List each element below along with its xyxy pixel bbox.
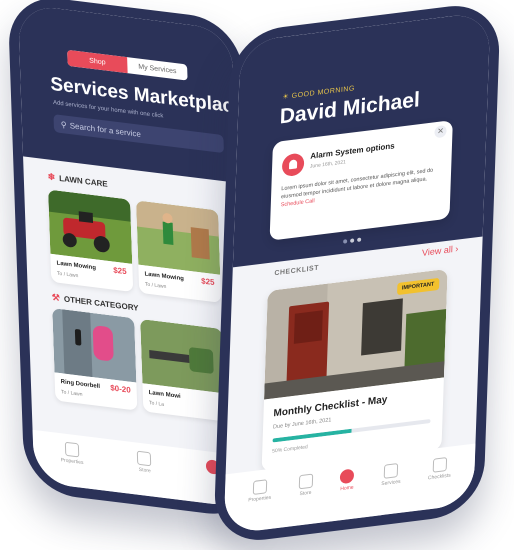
building-icon xyxy=(252,479,268,495)
checklist-due: Due by June 16th, 2021 xyxy=(272,417,332,431)
grass-icon: ❄ xyxy=(47,171,56,183)
nav-services[interactable]: Services xyxy=(381,462,401,488)
card-meta: To / Lawn xyxy=(144,281,167,291)
card-price: $25 xyxy=(113,265,127,277)
card-name: Lawn Mowing xyxy=(144,271,184,283)
card-name: Ring Doorbell xyxy=(60,379,101,391)
nav-store[interactable]: Store xyxy=(137,450,152,475)
service-card-lawn-mowing[interactable]: Lawn Mowing $25 To / Lawn xyxy=(48,189,134,293)
section-title: LAWN CARE xyxy=(59,173,108,189)
service-card-ring-doorbell[interactable]: Ring Doorbell $0-20 To / Lawn xyxy=(52,308,138,411)
garden-tools-image xyxy=(140,318,225,394)
card-price: $25 xyxy=(201,276,215,288)
alarm-icon xyxy=(281,152,305,178)
doorbell-image xyxy=(52,308,137,383)
checklist-icon xyxy=(432,457,447,473)
search-input[interactable]: ⚲ Search for a service xyxy=(53,114,224,154)
service-card-lawn-mowing-3[interactable]: Lawn Mowi To / La xyxy=(140,318,226,422)
search-placeholder: Search for a service xyxy=(69,120,141,139)
carousel-dot[interactable] xyxy=(350,238,355,243)
marketplace-header: Shop My Services Services Marketplace Ad… xyxy=(17,3,244,183)
segment-my-services[interactable]: My Services xyxy=(127,57,188,80)
right-phone: ☀ GOOD MORNING David Michael Alarm Syste… xyxy=(213,0,501,546)
nav-label: Store xyxy=(299,489,312,498)
card-name: Lawn Mowing xyxy=(56,260,97,272)
carousel-dot[interactable] xyxy=(357,237,362,242)
nav-label: Properties xyxy=(60,457,84,467)
alert-body-text: Lorem ipsum dolor sit amet, consectetur … xyxy=(280,167,434,201)
checklist-header: CHECKLIST xyxy=(274,264,320,278)
view-all-link[interactable]: View all › xyxy=(422,243,459,258)
card-meta: To / Lawn xyxy=(61,389,83,398)
home-icon xyxy=(340,468,355,485)
schedule-call-link[interactable]: Schedule Call xyxy=(281,198,315,208)
home-screen: ☀ GOOD MORNING David Michael Alarm Syste… xyxy=(223,11,491,535)
store-icon xyxy=(137,450,152,467)
home-icon xyxy=(64,441,79,458)
card-price: $0-20 xyxy=(110,383,131,395)
nav-label: Home xyxy=(340,484,354,493)
segment-shop[interactable]: Shop xyxy=(67,49,128,74)
chevron-right-icon: › xyxy=(455,243,459,254)
nav-checklists[interactable]: Checklists xyxy=(428,456,452,481)
nav-properties[interactable]: Properties xyxy=(248,479,272,504)
tools-icon: ⚒ xyxy=(51,291,61,304)
checklist-card[interactable]: IMPORTANT Monthly Checklist - May Due by… xyxy=(261,268,448,472)
progress-label: 50% Completed xyxy=(272,444,308,455)
alert-date: June 16th, 2021 xyxy=(309,159,346,170)
lawn-mower-image xyxy=(48,189,133,264)
nav-label: Properties xyxy=(248,494,272,504)
progress-fill xyxy=(272,428,352,443)
alert-title: Alarm System options xyxy=(310,141,395,161)
alert-body: Lorem ipsum dolor sit amet, consectetur … xyxy=(281,166,442,210)
gardener-image xyxy=(136,200,221,275)
nav-home[interactable]: Home xyxy=(340,468,355,492)
nav-label: Services xyxy=(381,478,401,488)
marketplace-screen: Shop My Services Services Marketplace Ad… xyxy=(17,3,249,509)
card-name: Lawn Mowi xyxy=(148,390,181,400)
section-header-lawn-care: ❄ LAWN CARE xyxy=(47,171,107,189)
nav-label: Store xyxy=(138,466,151,475)
card-meta: To / La xyxy=(148,400,165,408)
store-icon xyxy=(298,473,314,490)
services-icon xyxy=(384,462,399,479)
nav-label: Checklists xyxy=(427,472,451,482)
view-all-label: View all xyxy=(421,244,454,258)
nav-store[interactable]: Store xyxy=(298,473,314,498)
card-meta: To / Lawn xyxy=(56,270,79,280)
service-card-lawn-mowing-2[interactable]: Lawn Mowing $25 To / Lawn xyxy=(136,200,222,303)
segment-control: Shop My Services xyxy=(67,49,188,81)
close-icon[interactable]: ✕ xyxy=(434,124,447,139)
carousel-dot[interactable] xyxy=(343,239,348,244)
nav-properties[interactable]: Properties xyxy=(60,441,84,466)
search-icon: ⚲ xyxy=(60,119,67,130)
checklist-title: Monthly Checklist - May xyxy=(273,394,388,420)
